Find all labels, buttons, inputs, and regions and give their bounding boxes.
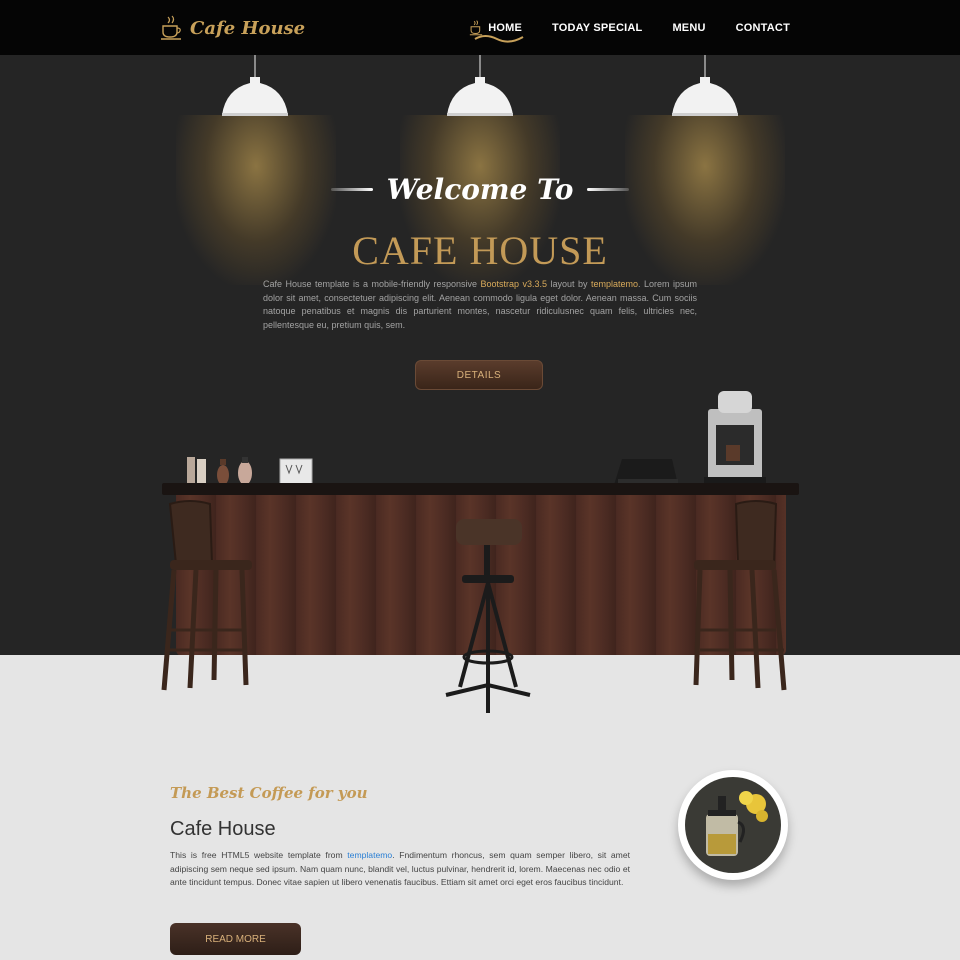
brand-name: Cafe House: [190, 17, 306, 39]
page: Cafe House HOME TODAY SPECIAL MENU CONTA…: [0, 0, 960, 960]
details-button[interactable]: DETAILS: [415, 360, 543, 390]
nav-menu-label: MENU: [672, 21, 706, 34]
about-tagline: The Best Coffee for you: [170, 784, 368, 802]
welcome-text: Welcome To: [386, 173, 574, 206]
hero-description: Cafe House template is a mobile-friendly…: [263, 279, 697, 330]
coffee-cup-icon: [161, 15, 181, 40]
decorative-line: [330, 188, 373, 191]
counter-top: [162, 483, 799, 495]
nav-contact[interactable]: CONTACT: [736, 22, 790, 34]
brand-logo[interactable]: Cafe House: [160, 12, 305, 44]
nav-home[interactable]: HOME: [469, 19, 524, 43]
templatemo-highlight: templatemo: [590, 279, 638, 289]
nav-contact-label: CONTACT: [735, 21, 790, 34]
coffee-machine-illustration: [704, 391, 766, 485]
bar-stool-right: [693, 500, 787, 691]
bar-stool-left: [161, 500, 252, 691]
decorative-line: [587, 188, 630, 191]
about-title: Cafe House: [170, 818, 276, 840]
nav-today-special-label: TODAY SPECIAL: [552, 21, 643, 34]
teapot-image: [678, 770, 788, 880]
navbar: Cafe House HOME TODAY SPECIAL MENU CONTA…: [0, 0, 960, 55]
templatemo-link[interactable]: templatemo: [347, 850, 392, 860]
hero-title: CAFE HOUSE: [352, 228, 608, 273]
active-underline-swoosh: [474, 34, 524, 43]
nav-today-special[interactable]: TODAY SPECIAL: [552, 22, 642, 34]
nav-menu: HOME TODAY SPECIAL MENU CONTACT: [469, 0, 790, 55]
nav-menu-link[interactable]: MENU: [672, 22, 705, 34]
bar-stool-center: [445, 519, 531, 713]
read-more-button[interactable]: READ MORE: [170, 923, 301, 955]
about-description: This is free HTML5 website template from…: [170, 850, 630, 887]
welcome-heading: Welcome To: [0, 173, 960, 206]
bootstrap-highlight: Bootstrap v3.3.5: [480, 279, 547, 289]
